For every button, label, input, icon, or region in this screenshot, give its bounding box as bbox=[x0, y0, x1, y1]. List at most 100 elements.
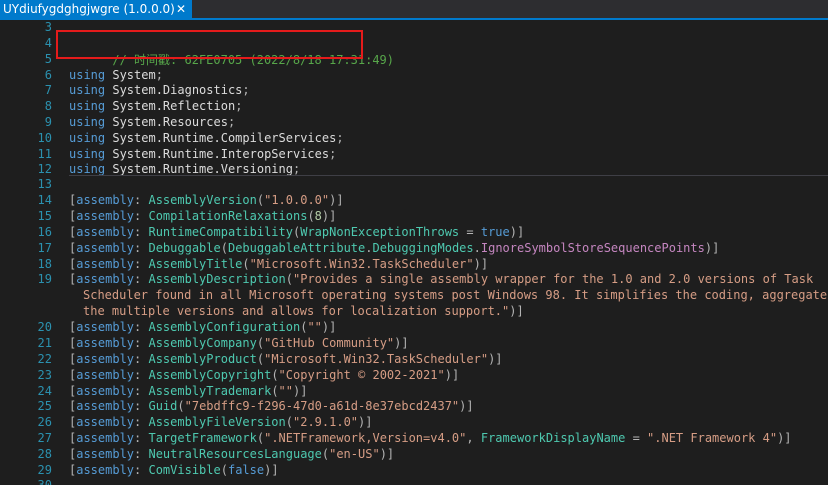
code-editor[interactable]: 3 4 5 6 7 8 9 10 11 12 13 14 15 16 17 18… bbox=[0, 20, 828, 485]
keyword-true: true bbox=[480, 225, 510, 239]
semicolon: ; bbox=[292, 162, 301, 176]
closing: )] bbox=[293, 384, 308, 398]
string-literal: ".NETFramework,Version=v4.0" bbox=[264, 431, 467, 445]
paren: ( bbox=[256, 431, 265, 445]
colon: : bbox=[134, 257, 149, 271]
namespace: System.Reflection bbox=[112, 99, 236, 113]
line-number: 21 bbox=[37, 336, 52, 350]
attribute-name: AssemblyConfiguration bbox=[148, 320, 301, 334]
keyword-assembly: assembly bbox=[76, 415, 135, 429]
dot: . bbox=[473, 241, 481, 255]
closing: )] bbox=[704, 241, 720, 255]
paren: ( bbox=[285, 272, 293, 286]
keyword-assembly: assembly bbox=[76, 431, 135, 445]
attribute-line: [assembly: AssemblyTitle("Microsoft.Win3… bbox=[69, 256, 488, 272]
attribute-line: [assembly: AssemblyFileVersion("2.9.1.0"… bbox=[69, 414, 372, 430]
keyword-assembly: assembly bbox=[76, 399, 135, 413]
attribute-line: [assembly: AssemblyDescription("Provides… bbox=[69, 271, 813, 287]
semicolon: ; bbox=[155, 68, 163, 82]
attribute-name: AssemblyFileVersion bbox=[148, 415, 286, 429]
paren: ( bbox=[256, 193, 265, 207]
line-number: 20 bbox=[37, 320, 52, 334]
paren: ( bbox=[271, 384, 279, 398]
string-literal: Scheduler found in all Microsoft operati… bbox=[83, 288, 828, 302]
colon: : bbox=[134, 225, 149, 239]
document-tab[interactable]: UYdiufygdghgjwgre (1.0.0.0) ✕ bbox=[0, 0, 192, 18]
namespace: System.Runtime.CompilerServices bbox=[112, 131, 337, 145]
line-number: 11 bbox=[37, 147, 52, 161]
string-literal: "" bbox=[278, 384, 293, 398]
line-number: 6 bbox=[44, 68, 52, 82]
closing: )] bbox=[459, 399, 474, 413]
namespace: System.Runtime.InteropServices bbox=[112, 147, 330, 161]
line-number: 24 bbox=[37, 384, 52, 398]
attribute-name: CompilationRelaxations bbox=[148, 209, 308, 223]
closing: )] bbox=[379, 447, 395, 461]
string-literal: "2.9.1.0" bbox=[293, 415, 359, 429]
keyword-assembly: assembly bbox=[76, 384, 135, 398]
attribute-name: AssemblyTrademark bbox=[148, 384, 272, 398]
editor-top-edge bbox=[0, 20, 828, 23]
attribute-line: [assembly: AssemblyVersion("1.0.0.0")] bbox=[69, 192, 344, 208]
string-literal: "" bbox=[307, 320, 322, 334]
keyword-assembly: assembly bbox=[76, 352, 135, 366]
line-number: 25 bbox=[37, 399, 52, 413]
colon: : bbox=[134, 368, 149, 382]
keyword-assembly: assembly bbox=[76, 209, 135, 223]
attribute-name: TargetFramework bbox=[148, 431, 257, 445]
line-number: 22 bbox=[37, 352, 52, 366]
closing: )] bbox=[509, 304, 524, 318]
colon: : bbox=[134, 209, 149, 223]
string-literal: "7ebdffc9-f296-47d0-a61d-8e37ebcd2437" bbox=[184, 399, 460, 413]
colon: : bbox=[134, 272, 149, 286]
attribute-name: AssemblyCompany bbox=[148, 336, 257, 350]
current-line-underline bbox=[69, 175, 828, 176]
closing: )] bbox=[321, 209, 337, 223]
line-number: 30 bbox=[37, 478, 52, 485]
property-name: FrameworkDisplayName bbox=[480, 431, 626, 445]
close-icon[interactable]: ✕ bbox=[174, 0, 188, 18]
keyword-false: false bbox=[227, 463, 265, 477]
paren: ( bbox=[177, 399, 185, 413]
keyword-using: using bbox=[69, 115, 106, 129]
attribute-name: Guid bbox=[148, 399, 178, 413]
line-number: 23 bbox=[37, 368, 52, 382]
colon: : bbox=[134, 399, 149, 413]
closing: )] bbox=[473, 257, 489, 271]
using-line: using System.Reflection; bbox=[69, 98, 242, 114]
colon: : bbox=[134, 241, 149, 255]
equals: = bbox=[459, 225, 481, 239]
attribute-name: ComVisible bbox=[148, 463, 221, 477]
keyword-assembly: assembly bbox=[76, 225, 135, 239]
keyword-assembly: assembly bbox=[76, 320, 135, 334]
attribute-line: [assembly: NeutralResourcesLanguage("en-… bbox=[69, 446, 394, 462]
closing: )] bbox=[329, 193, 344, 207]
closing: )] bbox=[358, 415, 373, 429]
attribute-line: [assembly: AssemblyTrademark("")] bbox=[69, 383, 307, 399]
string-literal: the multiple versions and allows for loc… bbox=[83, 304, 510, 318]
line-number: 19 bbox=[37, 272, 52, 286]
line-number: 28 bbox=[37, 447, 52, 461]
string-literal: "Microsoft.Win32.TaskScheduler" bbox=[264, 352, 489, 366]
attribute-name: Debuggable bbox=[148, 241, 221, 255]
keyword-assembly: assembly bbox=[76, 241, 135, 255]
paren: ( bbox=[256, 352, 265, 366]
closing: )] bbox=[394, 336, 409, 350]
wrapped-line: the multiple versions and allows for loc… bbox=[83, 303, 524, 319]
attribute-name: AssemblyProduct bbox=[148, 352, 257, 366]
comma: , bbox=[466, 431, 481, 445]
closing: )] bbox=[509, 225, 525, 239]
semicolon: ; bbox=[242, 83, 250, 97]
colon: : bbox=[134, 336, 149, 350]
colon: : bbox=[134, 384, 149, 398]
string-literal: "Provides a single assembly wrapper for … bbox=[293, 272, 814, 286]
namespace: System bbox=[112, 68, 156, 82]
semicolon: ; bbox=[227, 115, 236, 129]
string-literal: "en-US" bbox=[329, 447, 380, 461]
attribute-name: RuntimeCompatibility bbox=[148, 225, 293, 239]
line-number: 12 bbox=[37, 162, 52, 176]
keyword-using: using bbox=[69, 99, 106, 113]
attribute-name: AssemblyVersion bbox=[148, 193, 257, 207]
attribute-name: AssemblyDescription bbox=[148, 272, 286, 286]
closing: )] bbox=[777, 431, 792, 445]
